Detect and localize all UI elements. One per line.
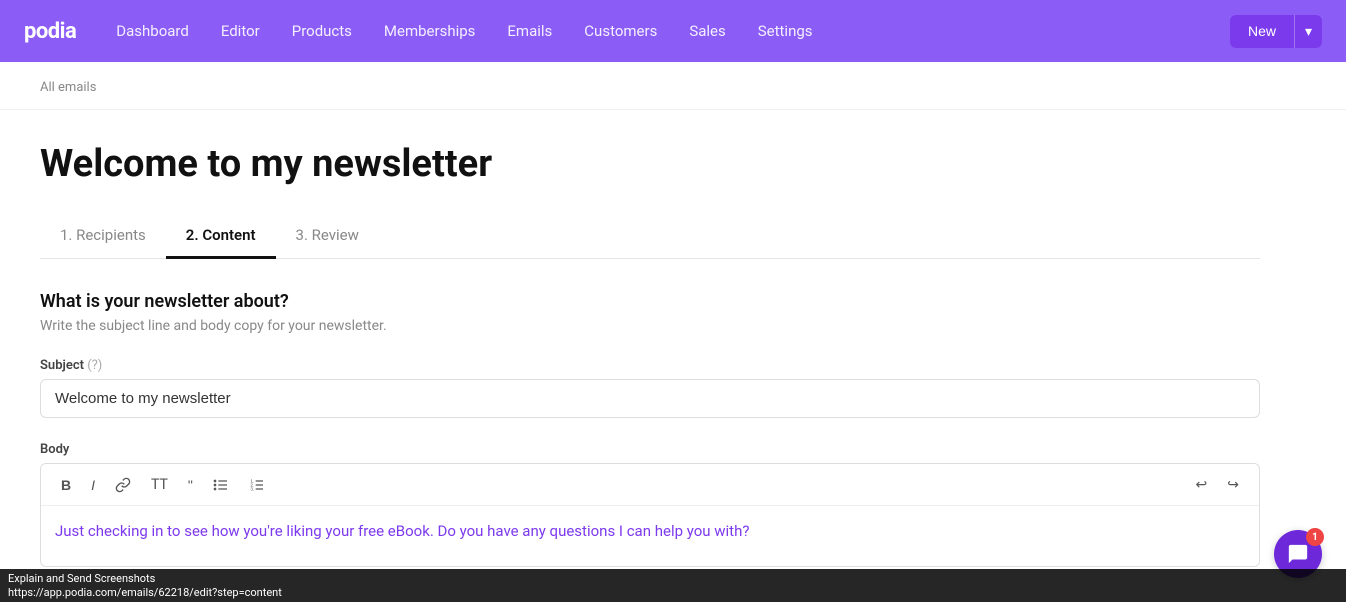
toolbar-link[interactable]	[107, 473, 139, 497]
tabs: 1. Recipients 2. Content 3. Review	[40, 214, 1260, 259]
editor-toolbar: B I TT " 1.2.3. ↩ ↪	[41, 464, 1259, 506]
toolbar-ul[interactable]	[205, 473, 237, 497]
main-content: Welcome to my newsletter 1. Recipients 2…	[0, 110, 1300, 599]
toolbar-quote[interactable]: "	[180, 473, 201, 497]
toolbar-bold[interactable]: B	[53, 473, 79, 497]
subject-input[interactable]	[40, 379, 1260, 418]
logo[interactable]: podia	[24, 19, 76, 44]
editor-container: B I TT " 1.2.3. ↩ ↪ Just checking in to …	[40, 463, 1260, 567]
subject-hint: (?)	[87, 358, 102, 373]
tab-recipients[interactable]: 1. Recipients	[40, 214, 166, 259]
new-button-dropdown[interactable]: ▾	[1294, 15, 1322, 48]
navbar-right: New ▾	[1230, 15, 1322, 48]
editor-body[interactable]: Just checking in to see how you're likin…	[41, 506, 1259, 566]
nav-settings[interactable]: Settings	[758, 22, 813, 40]
breadcrumb[interactable]: All emails	[40, 80, 96, 95]
new-button[interactable]: New	[1230, 15, 1294, 48]
tab-content[interactable]: 2. Content	[166, 214, 276, 259]
nav-customers[interactable]: Customers	[584, 22, 657, 40]
toolbar-ol[interactable]: 1.2.3.	[241, 473, 273, 497]
nav-editor[interactable]: Editor	[221, 22, 260, 40]
breadcrumb-bar: All emails	[0, 62, 1346, 110]
nav-dashboard[interactable]: Dashboard	[116, 22, 189, 40]
nav-links: Dashboard Editor Products Memberships Em…	[116, 22, 1230, 40]
status-line2: https://app.podia.com/emails/62218/edit?…	[8, 586, 1338, 599]
navbar: podia Dashboard Editor Products Membersh…	[0, 0, 1346, 62]
section-title: What is your newsletter about?	[40, 291, 1260, 312]
status-bar: Explain and Send Screenshots https://app…	[0, 569, 1346, 602]
toolbar-italic[interactable]: I	[83, 473, 103, 497]
new-button-group: New ▾	[1230, 15, 1322, 48]
toolbar-undo[interactable]: ↩	[1188, 472, 1216, 497]
status-line1: Explain and Send Screenshots	[8, 572, 1338, 585]
nav-memberships[interactable]: Memberships	[384, 22, 475, 40]
nav-sales[interactable]: Sales	[689, 22, 725, 40]
page-title: Welcome to my newsletter	[40, 142, 1260, 186]
tab-review[interactable]: 3. Review	[276, 214, 379, 259]
body-label: Body	[40, 442, 1260, 457]
section-description: Write the subject line and body copy for…	[40, 318, 1260, 334]
nav-products[interactable]: Products	[292, 22, 352, 40]
toolbar-tt[interactable]: TT	[143, 473, 176, 497]
toolbar-redo[interactable]: ↪	[1219, 472, 1247, 497]
chat-badge: 1	[1306, 528, 1324, 546]
svg-text:3.: 3.	[250, 486, 254, 491]
subject-label: Subject (?)	[40, 358, 1260, 373]
nav-emails[interactable]: Emails	[507, 22, 552, 40]
